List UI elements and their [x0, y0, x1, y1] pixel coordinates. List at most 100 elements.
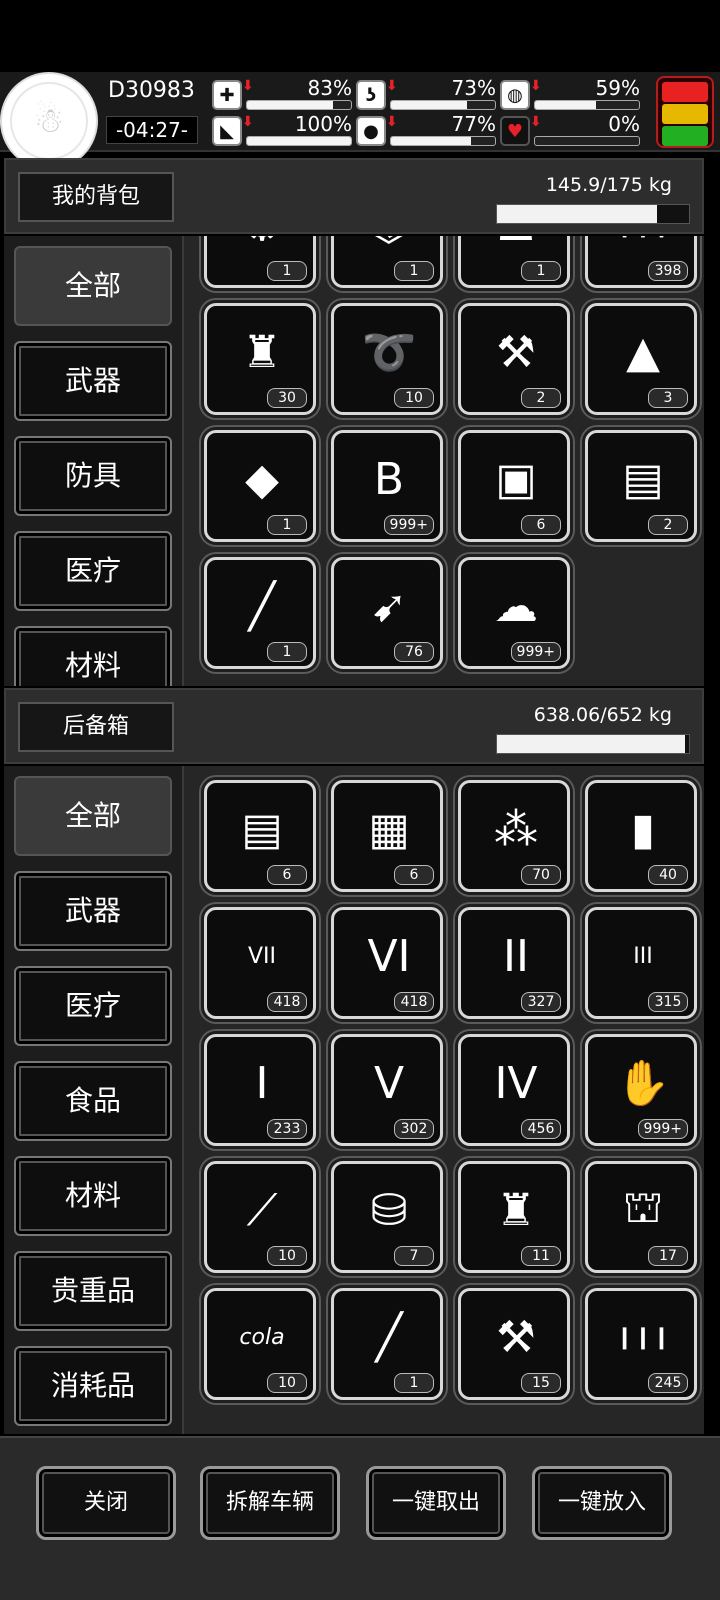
- inventory-slot[interactable]: ⟋ 10: [204, 1161, 316, 1273]
- inventory-slot[interactable]: ♜ 30: [204, 303, 316, 415]
- dismantle-vehicle-button[interactable]: 拆解车辆: [200, 1466, 340, 1540]
- inventory-slot[interactable]: ▤ 6: [204, 780, 316, 892]
- stomach-icon: ʖ: [356, 80, 386, 110]
- gold-crystal-icon: ◆: [245, 453, 279, 505]
- take-all-button[interactable]: 一键取出: [366, 1466, 506, 1540]
- tool-case-icon: ▤: [241, 803, 283, 855]
- inventory-slot[interactable]: ╱ 1: [331, 1288, 443, 1400]
- backpack-category-tab[interactable]: 材料: [14, 626, 172, 686]
- inventory-slot[interactable]: ◆ 1: [204, 430, 316, 542]
- inventory-slot[interactable]: ➹ 76: [331, 557, 443, 669]
- item-count: 3: [648, 388, 688, 408]
- item-count: 302: [394, 1119, 434, 1139]
- inventory-slot[interactable]: ▣ 6: [458, 430, 570, 542]
- grenades-icon: ♜: [242, 326, 282, 378]
- inventory-slot[interactable]: ▦ 6: [331, 780, 443, 892]
- trunk-categories: 全部武器医疗食品材料贵重品消耗品: [4, 766, 184, 1434]
- item-count: 15: [521, 1373, 561, 1393]
- backpack-grid: ⚙1⌬1☗1❙❙❙398♜30➰10⚒2▲3◆1B999+▣6▤2╱1➹76☁9…: [190, 236, 704, 686]
- trunk-panel: 全部 武器 医疗 食品 材料 贵重品 消耗品 ▤ 6 ▦ 6 ⁂ 70 ▮ 40 VII 418 VI 418 II…: [4, 766, 704, 1434]
- trunk-category-tab[interactable]: 材料: [14, 1156, 172, 1236]
- trunk-grid: ▤ 6 ▦ 6 ⁂ 70 ▮ 40 VII 418 VI 418 II 327 III 315 I 233 V 302…: [190, 766, 704, 1434]
- stat-stamina: ◣ ⬇ 100%: [212, 112, 352, 148]
- helmet-icon: ☗: [473, 236, 559, 261]
- stat-medicine: ◍ ⬇ 59%: [500, 76, 640, 112]
- inventory-slot[interactable]: B 999+: [331, 430, 443, 542]
- trunk-category-tab[interactable]: 全部: [14, 776, 172, 856]
- rpg-launcher-icon: ╱: [248, 580, 276, 632]
- inventory-slot[interactable]: ▲ 3: [585, 303, 697, 415]
- inventory-slot[interactable]: IV 456: [458, 1034, 570, 1146]
- backpack-header: 我的背包 145.9/175 kg: [4, 158, 704, 234]
- inventory-slot[interactable]: III 315: [585, 907, 697, 1019]
- trunk-category-tab[interactable]: 武器: [14, 871, 172, 951]
- inventory-slot[interactable]: II 327: [458, 907, 570, 1019]
- trunk-category-tab[interactable]: 消耗品: [14, 1346, 172, 1426]
- avatar[interactable]: ☃: [0, 72, 98, 170]
- boot-icon: ◣: [212, 116, 242, 146]
- backpack-panel: 全部武器防具医疗材料 ⚙1⌬1☗1❙❙❙398♜30➰10⚒2▲3◆1B999+…: [4, 236, 704, 686]
- inventory-slot[interactable]: ⚒ 2: [458, 303, 570, 415]
- inventory-slot[interactable]: ⚒ 15: [458, 1288, 570, 1400]
- inventory-slot[interactable]: V 302: [331, 1034, 443, 1146]
- backpack-category-tab[interactable]: 医疗: [14, 531, 172, 611]
- test-tube-iv-icon: IV: [494, 1057, 538, 1109]
- trunk-category-tab[interactable]: 医疗: [14, 966, 172, 1046]
- item-count: 10: [267, 1373, 307, 1393]
- day-counter: D30983: [108, 78, 195, 103]
- inventory-slot[interactable]: ╱ 1: [204, 557, 316, 669]
- backpack-categories: 全部武器防具医疗材料: [4, 236, 184, 686]
- close-button[interactable]: 关闭: [36, 1466, 176, 1540]
- inventory-slot[interactable]: ⚙1: [204, 236, 316, 288]
- item-count: 10: [267, 1246, 307, 1266]
- inventory-slot[interactable]: ▤ 2: [585, 430, 697, 542]
- item-count: 1: [267, 515, 307, 535]
- robot-part-icon: ⌬: [346, 236, 432, 261]
- cola-cup-icon: cola: [239, 1324, 285, 1350]
- item-count: 6: [521, 515, 561, 535]
- item-count: 76: [394, 642, 434, 662]
- put-all-button[interactable]: 一键放入: [532, 1466, 672, 1540]
- pill-icon: ◍: [500, 80, 530, 110]
- inventory-slot[interactable]: ❙❙❙398: [585, 236, 697, 288]
- item-count: 11: [521, 1246, 561, 1266]
- status-light-icon[interactable]: [656, 76, 714, 148]
- inventory-slot[interactable]: ▮ 40: [585, 780, 697, 892]
- inventory-slot[interactable]: ✋ 999+: [585, 1034, 697, 1146]
- inventory-slot[interactable]: VII 418: [204, 907, 316, 1019]
- inventory-slot[interactable]: ⌬1: [331, 236, 443, 288]
- backpack-category-tab[interactable]: 防具: [14, 436, 172, 516]
- backpack-category-tab[interactable]: 全部: [14, 246, 172, 326]
- test-tube-i-icon: I: [255, 1057, 269, 1109]
- trunk-weight-bar: [496, 734, 690, 754]
- inventory-slot[interactable]: VI 418: [331, 907, 443, 1019]
- inventory-slot[interactable]: cola 10: [204, 1288, 316, 1400]
- inventory-slot[interactable]: ⁂ 70: [458, 780, 570, 892]
- item-count: 70: [521, 865, 561, 885]
- backpack-category-tab[interactable]: 武器: [14, 341, 172, 421]
- inventory-slot[interactable]: ❙❙❙ 245: [585, 1288, 697, 1400]
- item-count: 1: [521, 261, 561, 281]
- item-count: 6: [394, 865, 434, 885]
- inventory-slot[interactable]: ♜ 11: [458, 1161, 570, 1273]
- rope-icon: ➰: [361, 327, 417, 378]
- stat-thirst: ● ⬇ 77%: [356, 112, 496, 148]
- trunk-category-tab[interactable]: 贵重品: [14, 1251, 172, 1331]
- inventory-slot[interactable]: I 233: [204, 1034, 316, 1146]
- item-count: 999+: [383, 515, 434, 535]
- trunk-category-tab[interactable]: 食品: [14, 1061, 172, 1141]
- backpack-weight: 145.9/175 kg: [545, 174, 672, 196]
- pill-bottle-icon: ⛁: [370, 1184, 408, 1236]
- item-count: 10: [394, 388, 434, 408]
- game-clock: -04:27-: [106, 116, 198, 144]
- bullets-icon: ❙❙❙: [615, 1324, 671, 1350]
- inventory-slot[interactable]: ➰ 10: [331, 303, 443, 415]
- inventory-slot[interactable]: ⛁ 7: [331, 1161, 443, 1273]
- inventory-slot[interactable]: ☗1: [458, 236, 570, 288]
- inventory-slot[interactable]: ⛫ 17: [585, 1161, 697, 1273]
- item-count: 999+: [637, 1119, 688, 1139]
- stat-hunger: ʖ ⬇ 73%: [356, 76, 496, 112]
- item-count: 327: [521, 992, 561, 1012]
- inventory-slot[interactable]: ☁ 999+: [458, 557, 570, 669]
- backpack-weight-bar: [496, 204, 690, 224]
